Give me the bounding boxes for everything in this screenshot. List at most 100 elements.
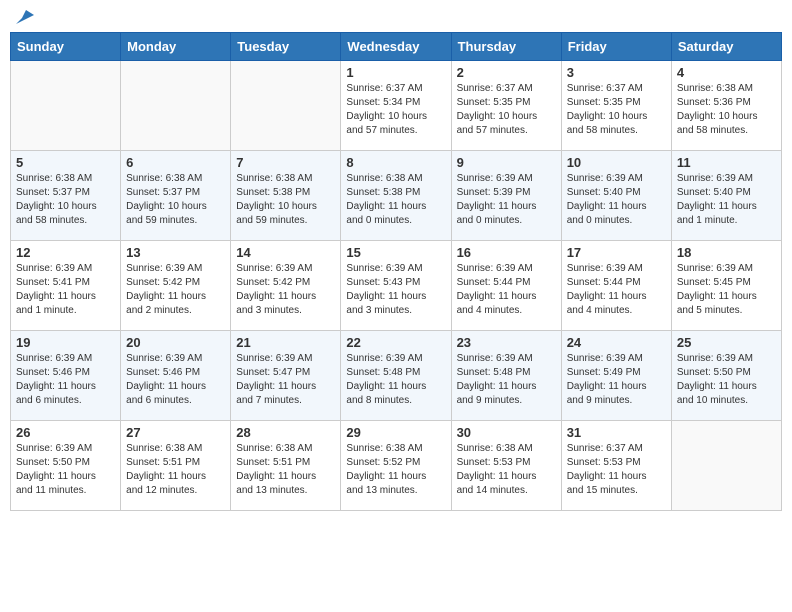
- day-info: Sunrise: 6:39 AMSunset: 5:40 PMDaylight:…: [567, 172, 666, 228]
- calendar-week-row: 12 Sunrise: 6:39 AMSunset: 5:41 PMDayligh…: [11, 241, 782, 331]
- day-number: 1: [346, 65, 445, 80]
- day-info: Sunrise: 6:39 AMSunset: 5:39 PMDaylight:…: [457, 172, 556, 228]
- calendar-cell: 29 Sunrise: 6:38 AMSunset: 5:52 PMDayligh…: [341, 421, 451, 511]
- day-of-week-header: Friday: [561, 33, 671, 61]
- day-info: Sunrise: 6:38 AMSunset: 5:36 PMDaylight:…: [677, 82, 776, 138]
- calendar-cell: 11 Sunrise: 6:39 AMSunset: 5:40 PMDayligh…: [671, 151, 781, 241]
- logo-bird-icon: [16, 10, 34, 24]
- day-number: 26: [16, 425, 115, 440]
- calendar-cell: 12 Sunrise: 6:39 AMSunset: 5:41 PMDayligh…: [11, 241, 121, 331]
- calendar-cell: 16 Sunrise: 6:39 AMSunset: 5:44 PMDayligh…: [451, 241, 561, 331]
- calendar-cell: 20Sunrise: 6:39 AMSunset: 5:46 PMDayligh…: [121, 331, 231, 421]
- day-info: Sunrise: 6:38 AMSunset: 5:52 PMDaylight:…: [346, 442, 445, 498]
- day-info: Sunrise: 6:38 AMSunset: 5:51 PMDaylight:…: [236, 442, 335, 498]
- calendar-header-row: SundayMondayTuesdayWednesdayThursdayFrid…: [11, 33, 782, 61]
- day-number: 28: [236, 425, 335, 440]
- calendar-cell: 28 Sunrise: 6:38 AMSunset: 5:51 PMDayligh…: [231, 421, 341, 511]
- calendar-cell: 1 Sunrise: 6:37 AMSunset: 5:34 PMDaylight…: [341, 61, 451, 151]
- calendar-week-row: 1 Sunrise: 6:37 AMSunset: 5:34 PMDaylight…: [11, 61, 782, 151]
- calendar-week-row: 26 Sunrise: 6:39 AMSunset: 5:50 PMDayligh…: [11, 421, 782, 511]
- day-info: Sunrise: 6:39 AMSunset: 5:44 PMDaylight:…: [567, 262, 666, 318]
- day-info: Sunrise: 6:39 AMSunset: 5:42 PMDaylight:…: [236, 262, 335, 318]
- day-info: Sunrise: 6:39 AMSunset: 5:40 PMDaylight:…: [677, 172, 776, 228]
- calendar-cell: 7Sunrise: 6:38 AMSunset: 5:38 PMDaylight…: [231, 151, 341, 241]
- day-number: 21: [236, 335, 335, 350]
- day-number: 31: [567, 425, 666, 440]
- calendar-cell: 26 Sunrise: 6:39 AMSunset: 5:50 PMDayligh…: [11, 421, 121, 511]
- day-of-week-header: Sunday: [11, 33, 121, 61]
- day-info: Sunrise: 6:37 AMSunset: 5:35 PMDaylight:…: [457, 82, 556, 138]
- calendar-cell: 10 Sunrise: 6:39 AMSunset: 5:40 PMDayligh…: [561, 151, 671, 241]
- calendar-cell: 15 Sunrise: 6:39 AMSunset: 5:43 PMDayligh…: [341, 241, 451, 331]
- calendar-cell: 14 Sunrise: 6:39 AMSunset: 5:42 PMDayligh…: [231, 241, 341, 331]
- day-number: 24: [567, 335, 666, 350]
- day-number: 11: [677, 155, 776, 170]
- day-of-week-header: Monday: [121, 33, 231, 61]
- day-info: Sunrise: 6:38 AMSunset: 5:37 PMDaylight:…: [16, 172, 115, 228]
- calendar-cell: 24 Sunrise: 6:39 AMSunset: 5:49 PMDayligh…: [561, 331, 671, 421]
- day-number: 18: [677, 245, 776, 260]
- day-info: Sunrise: 6:39 AMSunset: 5:43 PMDaylight:…: [346, 262, 445, 318]
- day-number: 7: [236, 155, 335, 170]
- day-info: Sunrise: 6:37 AMSunset: 5:53 PMDaylight:…: [567, 442, 666, 498]
- calendar-cell: 3Sunrise: 6:37 AMSunset: 5:35 PMDaylight…: [561, 61, 671, 151]
- calendar-cell: [11, 61, 121, 151]
- calendar-cell: 4 Sunrise: 6:38 AMSunset: 5:36 PMDaylight…: [671, 61, 781, 151]
- day-info: Sunrise: 6:39 AMSunset: 5:48 PMDaylight:…: [346, 352, 445, 408]
- day-info: Sunrise: 6:39 AMSunset: 5:47 PMDaylight:…: [236, 352, 335, 408]
- day-info: Sunrise: 6:39 AMSunset: 5:44 PMDaylight:…: [457, 262, 556, 318]
- calendar-cell: 31 Sunrise: 6:37 AMSunset: 5:53 PMDayligh…: [561, 421, 671, 511]
- calendar-cell: 22 Sunrise: 6:39 AMSunset: 5:48 PMDayligh…: [341, 331, 451, 421]
- calendar-cell: 21 Sunrise: 6:39 AMSunset: 5:47 PMDayligh…: [231, 331, 341, 421]
- day-info: Sunrise: 6:38 AMSunset: 5:37 PMDaylight:…: [126, 172, 225, 228]
- day-of-week-header: Saturday: [671, 33, 781, 61]
- calendar-cell: 25 Sunrise: 6:39 AMSunset: 5:50 PMDayligh…: [671, 331, 781, 421]
- calendar-cell: 2Sunrise: 6:37 AMSunset: 5:35 PMDaylight…: [451, 61, 561, 151]
- day-of-week-header: Wednesday: [341, 33, 451, 61]
- day-info: Sunrise: 6:39 AMSunset: 5:48 PMDaylight:…: [457, 352, 556, 408]
- calendar-cell: 8 Sunrise: 6:38 AMSunset: 5:38 PMDaylight…: [341, 151, 451, 241]
- logo: [14, 10, 34, 24]
- calendar-cell: 6 Sunrise: 6:38 AMSunset: 5:37 PMDaylight…: [121, 151, 231, 241]
- day-number: 10: [567, 155, 666, 170]
- calendar-cell: [231, 61, 341, 151]
- day-info: Sunrise: 6:37 AMSunset: 5:34 PMDaylight:…: [346, 82, 445, 138]
- day-info: Sunrise: 6:39 AMSunset: 5:50 PMDaylight:…: [16, 442, 115, 498]
- day-number: 30: [457, 425, 556, 440]
- day-number: 17: [567, 245, 666, 260]
- calendar-cell: 23Sunrise: 6:39 AMSunset: 5:48 PMDayligh…: [451, 331, 561, 421]
- calendar-cell: 13 Sunrise: 6:39 AMSunset: 5:42 PMDayligh…: [121, 241, 231, 331]
- day-number: 14: [236, 245, 335, 260]
- day-info: Sunrise: 6:38 AMSunset: 5:53 PMDaylight:…: [457, 442, 556, 498]
- day-number: 13: [126, 245, 225, 260]
- day-of-week-header: Tuesday: [231, 33, 341, 61]
- day-info: Sunrise: 6:38 AMSunset: 5:38 PMDaylight:…: [346, 172, 445, 228]
- day-number: 16: [457, 245, 556, 260]
- day-number: 6: [126, 155, 225, 170]
- day-info: Sunrise: 6:39 AMSunset: 5:46 PMDaylight:…: [16, 352, 115, 408]
- day-info: Sunrise: 6:39 AMSunset: 5:45 PMDaylight:…: [677, 262, 776, 318]
- day-info: Sunrise: 6:39 AMSunset: 5:50 PMDaylight:…: [677, 352, 776, 408]
- day-info: Sunrise: 6:37 AMSunset: 5:35 PMDaylight:…: [567, 82, 666, 138]
- calendar-cell: 19Sunrise: 6:39 AMSunset: 5:46 PMDayligh…: [11, 331, 121, 421]
- calendar-cell: 30 Sunrise: 6:38 AMSunset: 5:53 PMDayligh…: [451, 421, 561, 511]
- day-info: Sunrise: 6:39 AMSunset: 5:49 PMDaylight:…: [567, 352, 666, 408]
- day-info: Sunrise: 6:39 AMSunset: 5:41 PMDaylight:…: [16, 262, 115, 318]
- day-number: 25: [677, 335, 776, 350]
- calendar-week-row: 5 Sunrise: 6:38 AMSunset: 5:37 PMDaylight…: [11, 151, 782, 241]
- calendar-cell: 18 Sunrise: 6:39 AMSunset: 5:45 PMDayligh…: [671, 241, 781, 331]
- day-number: 22: [346, 335, 445, 350]
- day-number: 27: [126, 425, 225, 440]
- day-number: 8: [346, 155, 445, 170]
- day-number: 5: [16, 155, 115, 170]
- calendar-table: SundayMondayTuesdayWednesdayThursdayFrid…: [10, 32, 782, 511]
- day-number: 20: [126, 335, 225, 350]
- day-number: 29: [346, 425, 445, 440]
- day-number: 12: [16, 245, 115, 260]
- day-number: 4: [677, 65, 776, 80]
- calendar-cell: 5 Sunrise: 6:38 AMSunset: 5:37 PMDaylight…: [11, 151, 121, 241]
- page-header: [10, 10, 782, 24]
- day-number: 15: [346, 245, 445, 260]
- day-info: Sunrise: 6:39 AMSunset: 5:42 PMDaylight:…: [126, 262, 225, 318]
- calendar-cell: 9Sunrise: 6:39 AMSunset: 5:39 PMDaylight…: [451, 151, 561, 241]
